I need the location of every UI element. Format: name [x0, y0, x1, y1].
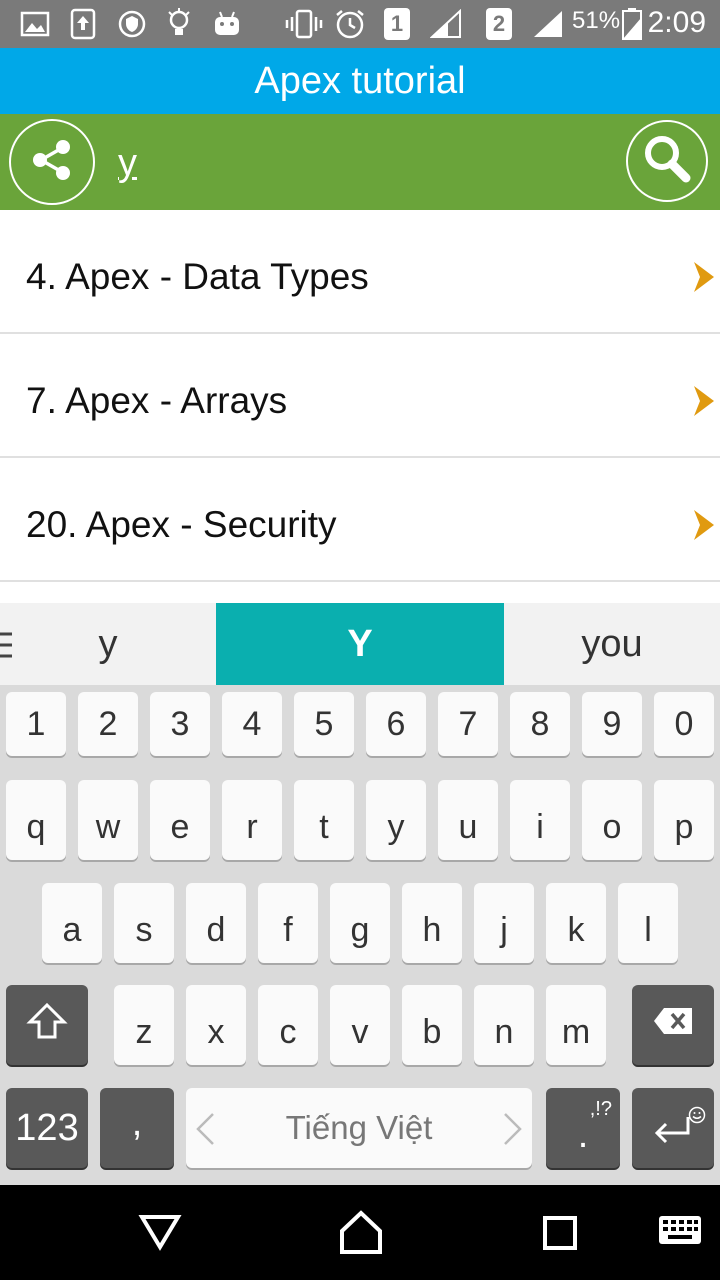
- key-g[interactable]: g: [330, 883, 390, 963]
- sim2-badge: 2: [486, 8, 512, 40]
- chevron-right-icon: [692, 384, 716, 423]
- key-i[interactable]: i: [510, 780, 570, 860]
- sim1-badge: 1: [384, 8, 410, 40]
- space-key-label: Tiếng Việt: [285, 1109, 433, 1146]
- key-m[interactable]: m: [546, 985, 606, 1065]
- enter-key[interactable]: [632, 1088, 714, 1168]
- suggestion-strip: y Y you: [0, 603, 720, 685]
- back-icon: [138, 1211, 182, 1256]
- key-y[interactable]: y: [366, 780, 426, 860]
- key-e[interactable]: e: [150, 780, 210, 860]
- key-z[interactable]: z: [114, 985, 174, 1065]
- period-key[interactable]: ,!? .: [546, 1088, 620, 1168]
- share-icon: [27, 135, 77, 190]
- key-f[interactable]: f: [258, 883, 318, 963]
- key-a[interactable]: a: [42, 883, 102, 963]
- app-title-bar: Apex tutorial: [0, 48, 720, 114]
- space-key[interactable]: Tiếng Việt: [186, 1088, 532, 1168]
- navigation-bar: [0, 1185, 720, 1280]
- key-c[interactable]: c: [258, 985, 318, 1065]
- share-button[interactable]: [9, 119, 95, 205]
- comma-key[interactable]: ,: [100, 1088, 174, 1168]
- key-4[interactable]: 4: [222, 692, 282, 756]
- key-5[interactable]: 5: [294, 692, 354, 756]
- chevron-right-icon: [502, 1112, 524, 1154]
- shield-icon: [118, 8, 146, 40]
- list-item-label: 20. Apex - Security: [26, 504, 337, 545]
- symbols-key[interactable]: 123: [6, 1088, 88, 1168]
- key-j[interactable]: j: [474, 883, 534, 963]
- list-item[interactable]: 20. Apex - Security: [0, 458, 720, 582]
- key-x[interactable]: x: [186, 985, 246, 1065]
- key-3[interactable]: 3: [150, 692, 210, 756]
- key-p[interactable]: p: [654, 780, 714, 860]
- recents-button[interactable]: [542, 1215, 578, 1256]
- recents-icon: [542, 1215, 578, 1256]
- list-item[interactable]: 7. Apex - Arrays: [0, 334, 720, 458]
- soft-keyboard: 1 2 3 4 5 6 7 8 9 0 q w e r t y u i o p …: [0, 685, 720, 1185]
- list-item-label: 4. Apex - Data Types: [26, 256, 369, 297]
- image-icon: [20, 8, 50, 40]
- search-bar: [0, 114, 720, 210]
- chevron-left-icon: [194, 1112, 216, 1154]
- key-2[interactable]: 2: [78, 692, 138, 756]
- key-q[interactable]: q: [6, 780, 66, 860]
- alarm-icon: [334, 8, 366, 40]
- chevron-right-icon: [692, 260, 716, 299]
- suggestion-center[interactable]: Y: [216, 603, 504, 685]
- home-button[interactable]: [338, 1209, 384, 1260]
- keyboard-switch-button[interactable]: [658, 1215, 702, 1250]
- signal-icon: [430, 8, 462, 40]
- home-icon: [338, 1209, 384, 1260]
- keyboard-icon: [658, 1215, 702, 1250]
- key-0[interactable]: 0: [654, 692, 714, 756]
- chevron-right-icon: [692, 508, 716, 547]
- shift-icon: [26, 1002, 68, 1049]
- key-w[interactable]: w: [78, 780, 138, 860]
- suggestion-right[interactable]: you: [504, 603, 720, 685]
- period-alt-label: ,!?: [589, 1098, 612, 1120]
- results-list: 4. Apex - Data Types 7. Apex - Arrays 20…: [0, 210, 720, 582]
- app-title: Apex tutorial: [254, 59, 466, 102]
- key-r[interactable]: r: [222, 780, 282, 860]
- key-b[interactable]: b: [402, 985, 462, 1065]
- key-o[interactable]: o: [582, 780, 642, 860]
- status-bar: 1 2 51% 2:09: [0, 0, 720, 48]
- clock: 2:09: [647, 6, 706, 39]
- key-v[interactable]: v: [330, 985, 390, 1065]
- list-item-label: 7. Apex - Arrays: [26, 380, 288, 421]
- key-9[interactable]: 9: [582, 692, 642, 756]
- key-n[interactable]: n: [474, 985, 534, 1065]
- key-s[interactable]: s: [114, 883, 174, 963]
- period-label: .: [577, 1113, 589, 1156]
- key-t[interactable]: t: [294, 780, 354, 860]
- key-l[interactable]: l: [618, 883, 678, 963]
- suggestion-left[interactable]: y: [0, 603, 216, 685]
- key-k[interactable]: k: [546, 883, 606, 963]
- key-d[interactable]: d: [186, 883, 246, 963]
- signal-icon: [532, 8, 564, 40]
- key-u[interactable]: u: [438, 780, 498, 860]
- backspace-key[interactable]: [632, 985, 714, 1065]
- android-icon: [212, 8, 242, 40]
- shift-key[interactable]: [6, 985, 88, 1065]
- battery-icon: [622, 8, 642, 40]
- search-button[interactable]: [626, 120, 708, 202]
- upload-icon: [70, 8, 96, 40]
- back-button[interactable]: [138, 1211, 182, 1256]
- key-6[interactable]: 6: [366, 692, 426, 756]
- battery-percent: 51%: [572, 7, 621, 34]
- list-item[interactable]: 4. Apex - Data Types: [0, 210, 720, 334]
- key-7[interactable]: 7: [438, 692, 498, 756]
- key-1[interactable]: 1: [6, 692, 66, 756]
- emoji-icon: [688, 1094, 706, 1133]
- backspace-icon: [652, 1006, 694, 1045]
- search-input[interactable]: [118, 136, 598, 190]
- bulb-icon: [166, 8, 192, 40]
- search-icon: [639, 131, 695, 192]
- vibrate-icon: [284, 8, 324, 40]
- key-h[interactable]: h: [402, 883, 462, 963]
- key-8[interactable]: 8: [510, 692, 570, 756]
